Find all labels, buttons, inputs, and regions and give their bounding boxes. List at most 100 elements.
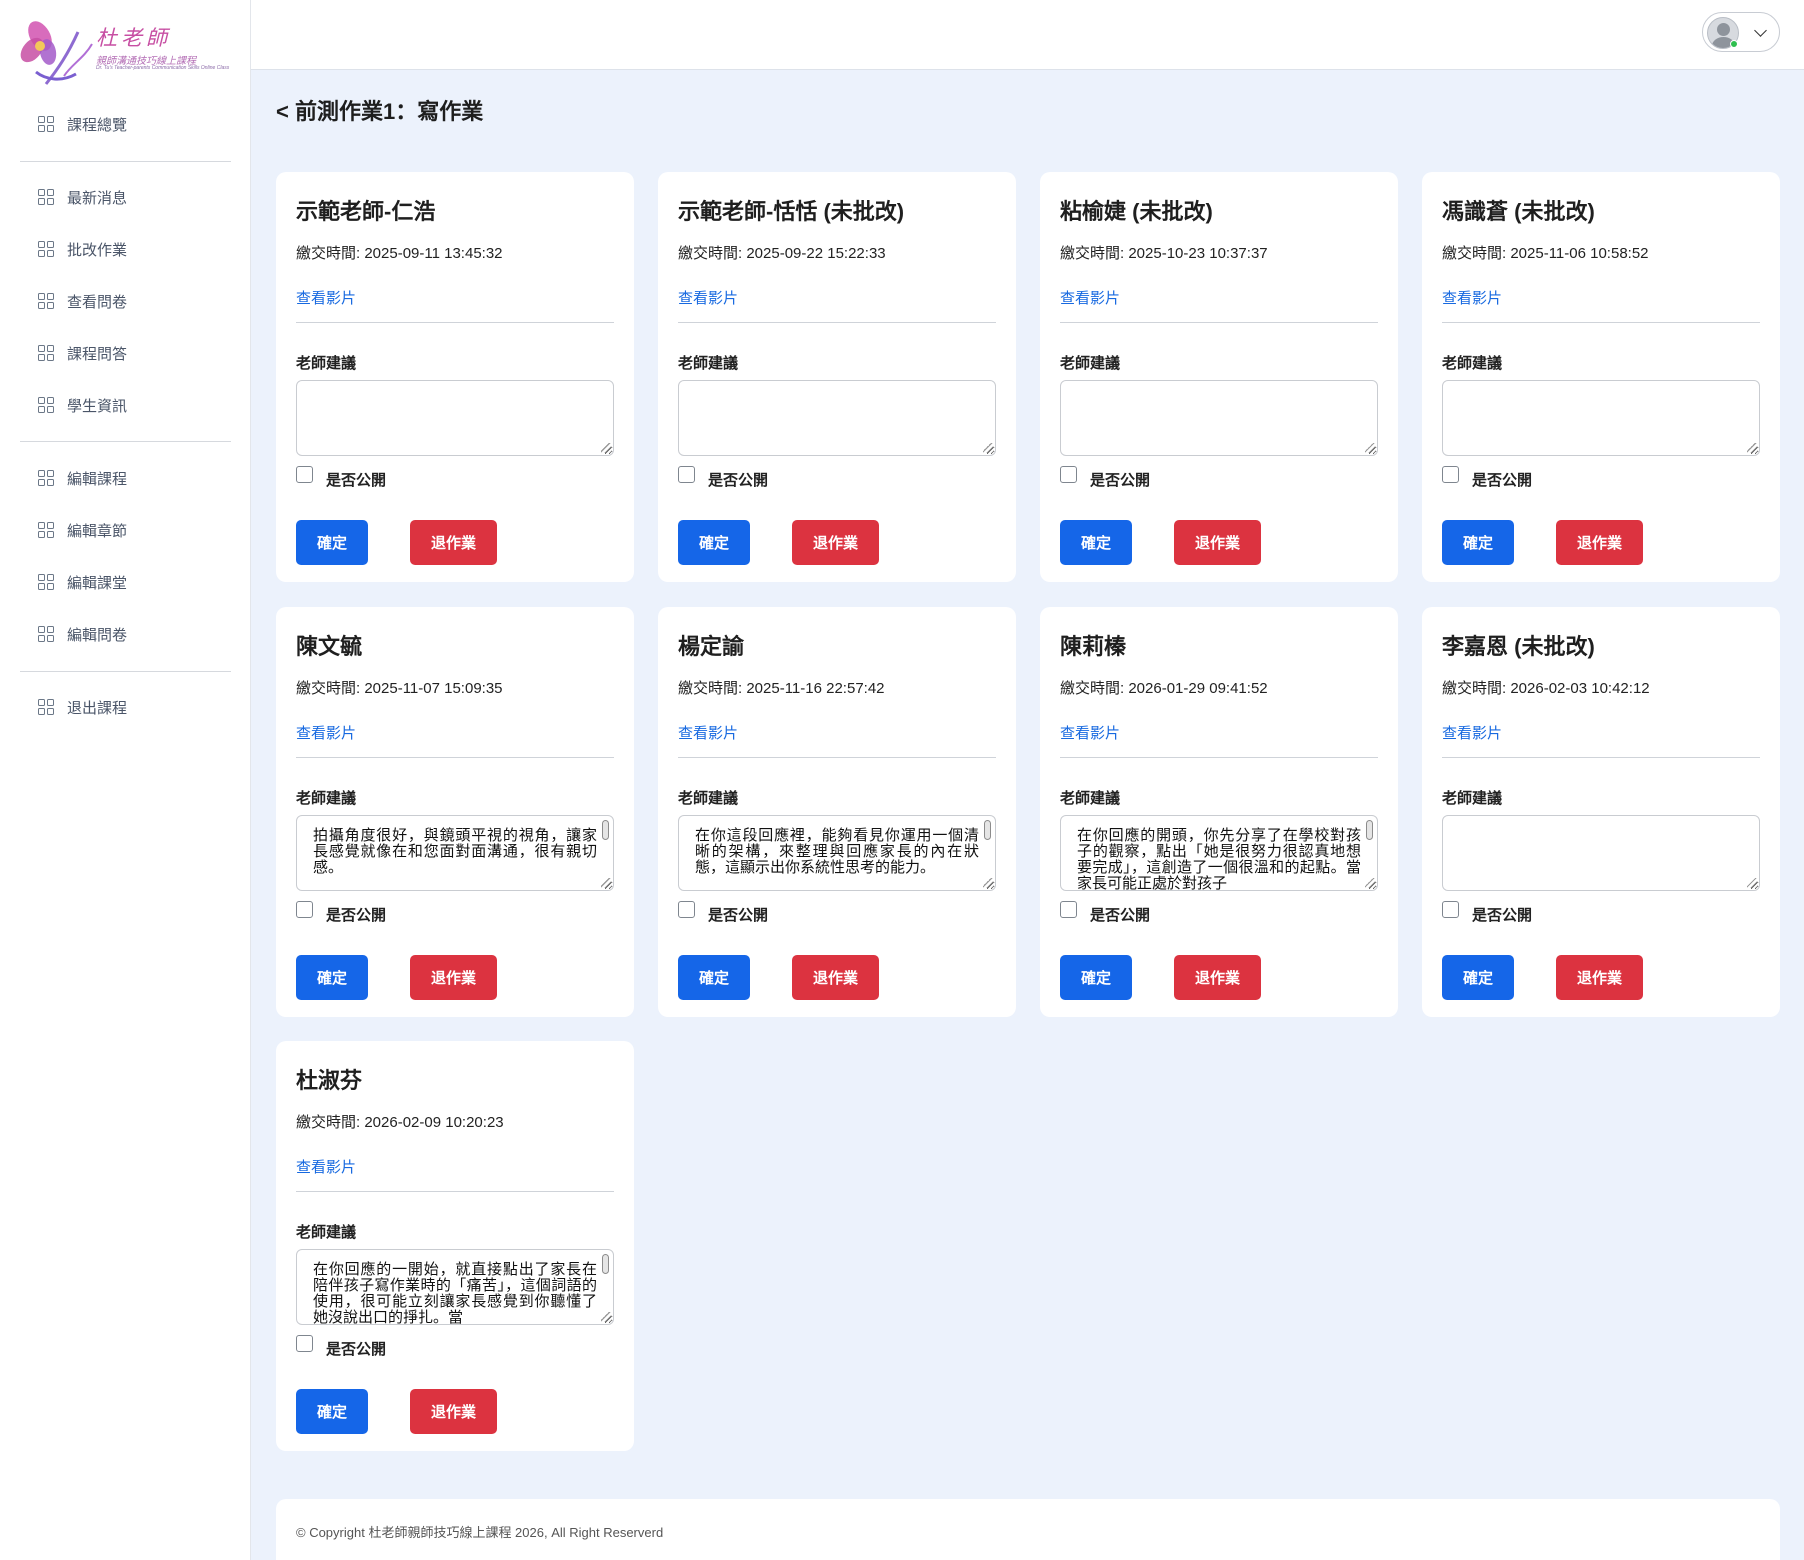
submit-time-value: 2025-10-23 10:37:37 xyxy=(1128,245,1268,262)
view-video-link[interactable]: 查看影片 xyxy=(1442,722,1502,743)
submit-time-value: 2026-02-09 10:20:23 xyxy=(364,1114,504,1131)
submit-time-label: 繳交時間: xyxy=(678,680,747,697)
sidebar-item-news[interactable]: 最新消息 xyxy=(0,171,251,223)
public-checkbox[interactable] xyxy=(296,1335,313,1352)
confirm-button[interactable]: 確定 xyxy=(296,520,368,565)
sidebar-item-edit-lesson[interactable]: 編輯課堂 xyxy=(0,556,251,608)
submit-time: 繳交時間: 2026-01-29 09:41:52 xyxy=(1060,677,1268,698)
teacher-advice-label: 老師建議 xyxy=(296,1224,357,1241)
submit-time-label: 繳交時間: xyxy=(1442,245,1511,262)
submit-time: 繳交時間: 2025-10-23 10:37:37 xyxy=(1060,242,1268,263)
grid-icon xyxy=(38,625,55,643)
confirm-button[interactable]: 確定 xyxy=(296,1389,368,1434)
return-homework-button[interactable]: 退作業 xyxy=(1174,520,1261,565)
sidebar-item-view-survey[interactable]: 查看問卷 xyxy=(0,275,251,327)
sidebar-item-course-overview[interactable]: 課程總覽 xyxy=(0,98,251,150)
confirm-button[interactable]: 確定 xyxy=(678,955,750,1000)
teacher-advice-textarea[interactable] xyxy=(678,380,996,456)
resize-handle-icon[interactable] xyxy=(983,443,993,453)
chevron-down-icon xyxy=(1754,24,1767,37)
view-video-link[interactable]: 查看影片 xyxy=(296,722,356,743)
return-homework-button[interactable]: 退作業 xyxy=(410,1389,497,1434)
sidebar-item-grade-homework[interactable]: 批改作業 xyxy=(0,223,251,275)
scrollbar[interactable] xyxy=(1366,820,1373,840)
teacher-advice-label: 老師建議 xyxy=(678,790,739,807)
confirm-button[interactable]: 確定 xyxy=(1060,520,1132,565)
teacher-advice-textarea[interactable]: 在你這段回應裡，能夠看見你運用一個清晰的架構，來整理與回應家長的內在狀態，這顯示… xyxy=(678,815,996,891)
sidebar-item-edit-course[interactable]: 編輯課程 xyxy=(0,452,251,504)
public-checkbox[interactable] xyxy=(1060,466,1077,483)
submit-time: 繳交時間: 2026-02-03 10:42:12 xyxy=(1442,677,1650,698)
submit-time-label: 繳交時間: xyxy=(296,680,365,697)
sidebar-item-edit-survey[interactable]: 編輯問卷 xyxy=(0,608,251,660)
scrollbar[interactable] xyxy=(984,820,991,840)
sidebar-item-exit-course[interactable]: 退出課程 xyxy=(0,681,251,733)
return-homework-button[interactable]: 退作業 xyxy=(1556,520,1643,565)
teacher-advice-text: 在你回應的一開始，就直接點出了家長在陪伴孩子寫作業時的「痛苦」，這個詞語的使用，… xyxy=(313,1260,597,1325)
return-homework-button[interactable]: 退作業 xyxy=(1556,955,1643,1000)
view-video-link[interactable]: 查看影片 xyxy=(1060,722,1120,743)
public-checkbox[interactable] xyxy=(296,466,313,483)
page-title[interactable]: < 前測作業1：寫作業 xyxy=(276,94,483,126)
sidebar-item-edit-chapter[interactable]: 編輯章節 xyxy=(0,504,251,556)
public-checkbox[interactable] xyxy=(678,466,695,483)
return-homework-button[interactable]: 退作業 xyxy=(792,520,879,565)
submit-time: 繳交時間: 2025-09-11 13:45:32 xyxy=(296,242,503,263)
return-homework-button[interactable]: 退作業 xyxy=(410,520,497,565)
sidebar-item-student-info[interactable]: 學生資訊 xyxy=(0,379,251,431)
resize-handle-icon[interactable] xyxy=(1365,878,1375,888)
submit-time-label: 繳交時間: xyxy=(1060,245,1129,262)
sidebar-item-label: 查看問卷 xyxy=(67,293,128,311)
teacher-advice-textarea[interactable]: 拍攝角度很好，與鏡頭平視的視角，讓家長感覺就像在和您面對面溝通，很有親切感。 xyxy=(296,815,614,891)
sidebar-item-course-qa[interactable]: 課程問答 xyxy=(0,327,251,379)
topbar xyxy=(251,0,1804,70)
submit-time-value: 2025-09-11 13:45:32 xyxy=(364,245,503,262)
resize-handle-icon[interactable] xyxy=(601,1312,611,1322)
view-video-link[interactable]: 查看影片 xyxy=(678,722,738,743)
resize-handle-icon[interactable] xyxy=(1747,878,1757,888)
confirm-button[interactable]: 確定 xyxy=(678,520,750,565)
public-checkbox[interactable] xyxy=(1442,466,1459,483)
resize-handle-icon[interactable] xyxy=(601,878,611,888)
submission-card: 馮識蒼 (未批改) 繳交時間: 2025-11-06 10:58:52 查看影片 老師… xyxy=(1422,172,1780,582)
public-checkbox-label: 是否公開 xyxy=(326,907,387,924)
view-video-link[interactable]: 查看影片 xyxy=(296,287,356,308)
public-checkbox[interactable] xyxy=(1442,901,1459,918)
submission-card: 示範老師-仁浩 繳交時間: 2025-09-11 13:45:32 查看影片 老師建議… xyxy=(276,172,634,582)
brand-logo[interactable]: 杜老師 親師溝通技巧線上課程 Dr. Tu's Teacher-parents … xyxy=(18,14,233,86)
view-video-link[interactable]: 查看影片 xyxy=(1442,287,1502,308)
footer: © Copyright 杜老師親師技巧線上課程 2026, All Right … xyxy=(276,1499,1780,1560)
return-homework-button[interactable]: 退作業 xyxy=(410,955,497,1000)
teacher-advice-textarea[interactable]: 在你回應的一開始，就直接點出了家長在陪伴孩子寫作業時的「痛苦」，這個詞語的使用，… xyxy=(296,1249,614,1325)
teacher-advice-textarea[interactable] xyxy=(1442,815,1760,891)
resize-handle-icon[interactable] xyxy=(1365,443,1375,453)
teacher-advice-label: 老師建議 xyxy=(296,790,357,807)
return-homework-button[interactable]: 退作業 xyxy=(1174,955,1261,1000)
teacher-advice-textarea[interactable] xyxy=(296,380,614,456)
sidebar-divider xyxy=(20,671,231,672)
grid-icon xyxy=(38,292,55,310)
resize-handle-icon[interactable] xyxy=(1747,443,1757,453)
user-menu-button[interactable] xyxy=(1702,12,1780,52)
confirm-button[interactable]: 確定 xyxy=(296,955,368,1000)
public-checkbox[interactable] xyxy=(678,901,695,918)
teacher-advice-textarea[interactable] xyxy=(1442,380,1760,456)
teacher-advice-text: 拍攝角度很好，與鏡頭平視的視角，讓家長感覺就像在和您面對面溝通，很有親切感。 xyxy=(313,826,597,876)
sidebar-item-label: 課程總覽 xyxy=(67,116,128,134)
teacher-advice-textarea[interactable] xyxy=(1060,380,1378,456)
public-checkbox[interactable] xyxy=(1060,901,1077,918)
submit-time-label: 繳交時間: xyxy=(1442,680,1511,697)
scrollbar[interactable] xyxy=(602,820,609,840)
confirm-button[interactable]: 確定 xyxy=(1442,955,1514,1000)
return-homework-button[interactable]: 退作業 xyxy=(792,955,879,1000)
view-video-link[interactable]: 查看影片 xyxy=(296,1156,356,1177)
view-video-link[interactable]: 查看影片 xyxy=(1060,287,1120,308)
scrollbar[interactable] xyxy=(602,1254,609,1274)
public-checkbox[interactable] xyxy=(296,901,313,918)
teacher-advice-textarea[interactable]: 在你回應的開頭，你先分享了在學校對孩子的觀察，點出「她是很努力很認真地想要完成」… xyxy=(1060,815,1378,891)
confirm-button[interactable]: 確定 xyxy=(1060,955,1132,1000)
resize-handle-icon[interactable] xyxy=(601,443,611,453)
resize-handle-icon[interactable] xyxy=(983,878,993,888)
confirm-button[interactable]: 確定 xyxy=(1442,520,1514,565)
view-video-link[interactable]: 查看影片 xyxy=(678,287,738,308)
